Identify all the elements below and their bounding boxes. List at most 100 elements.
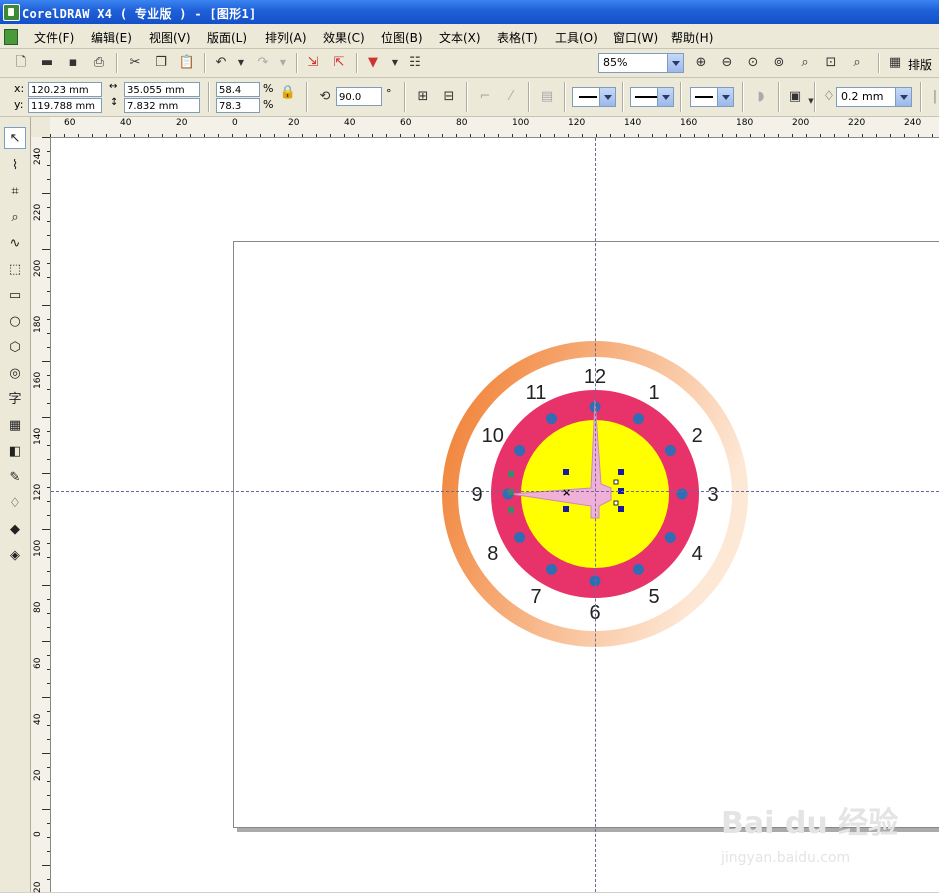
menu-tools[interactable]: 工具(O): [555, 29, 598, 46]
vertical-guideline[interactable]: [595, 138, 596, 892]
layout-button[interactable]: 排版: [908, 56, 932, 73]
selection-handle[interactable]: [508, 507, 514, 513]
selection-handle[interactable]: [508, 471, 514, 477]
clock-drawing[interactable]: 121234567891011 ×: [51, 138, 939, 892]
menu-layout[interactable]: 版面(L): [207, 29, 247, 46]
undo-icon[interactable]: ↶: [212, 54, 230, 72]
ruler-tick: [582, 134, 583, 137]
menu-effects[interactable]: 效果(C): [323, 29, 365, 46]
chevron-down-icon[interactable]: ▼: [802, 92, 820, 110]
fill-tool-icon[interactable]: ◆: [4, 519, 26, 541]
horizontal-ruler[interactable]: 60 40 20 0 20 40 60 80 100 120 140 160 180 200 220 240: [50, 117, 939, 138]
node-handle[interactable]: [613, 500, 619, 506]
coreldraw-app-icon[interactable]: [3, 4, 20, 21]
center-of-rotation-icon[interactable]: ×: [562, 486, 571, 499]
chevron-down-icon[interactable]: [599, 88, 615, 106]
menu-bitmaps[interactable]: 位图(B): [381, 29, 423, 46]
zoom-level-select[interactable]: 85%: [598, 53, 684, 73]
selection-handle[interactable]: [618, 506, 624, 512]
layout-icon[interactable]: ▦: [886, 54, 904, 72]
launcher-dropdown-icon[interactable]: ▼: [386, 54, 404, 72]
chevron-down-icon[interactable]: [667, 54, 683, 72]
ellipse-tool-icon[interactable]: ○: [4, 311, 26, 333]
shape-tool-icon[interactable]: ⌇: [4, 155, 26, 177]
export-icon[interactable]: ⇱: [330, 54, 348, 72]
zoom-page-width-icon[interactable]: ⊡: [822, 54, 840, 72]
import-icon[interactable]: ⇲: [304, 54, 322, 72]
selection-handle[interactable]: [618, 469, 624, 475]
horizontal-guideline[interactable]: [51, 491, 939, 492]
mirror-vertical-icon[interactable]: ⊟: [440, 88, 458, 106]
menu-file[interactable]: 文件(F): [34, 29, 74, 46]
cut-icon[interactable]: ✂: [126, 54, 144, 72]
text-wrap-offset-icon[interactable]: |: [926, 88, 939, 106]
smart-fill-tool-icon[interactable]: ⬚: [4, 259, 26, 281]
rectangle-tool-icon[interactable]: ▭: [4, 285, 26, 307]
menu-edit[interactable]: 编辑(E): [91, 29, 132, 46]
zoom-all-objects-icon[interactable]: ⊚: [770, 54, 788, 72]
drawing-canvas[interactable]: 12 1 2 3 4 5 6 7 8 9 10 11 × Bai du 经验 jingyan.baid…: [51, 138, 939, 892]
menu-text[interactable]: 文本(X): [439, 29, 481, 46]
application-launcher-icon[interactable]: ▼: [364, 54, 382, 72]
save-icon[interactable]: ▪: [64, 54, 82, 72]
eyedropper-tool-icon[interactable]: ✎: [4, 467, 26, 489]
outline-width-select[interactable]: 0.2 mm: [836, 87, 912, 107]
selection-handle[interactable]: [563, 469, 569, 475]
crop-tool-icon[interactable]: ⌗: [4, 181, 26, 203]
start-arrowhead-select[interactable]: [572, 87, 616, 107]
menu-window[interactable]: 窗口(W): [613, 29, 658, 46]
paste-icon[interactable]: 📋: [178, 54, 196, 72]
undo-dropdown-icon[interactable]: ▼: [232, 54, 250, 72]
zoom-in-icon[interactable]: ⊕: [692, 54, 710, 72]
pick-tool-icon[interactable]: ↖: [4, 127, 26, 149]
close-curve-icon[interactable]: ◗: [752, 88, 770, 106]
lock-ratio-icon[interactable]: 🔒: [279, 84, 297, 102]
end-arrowhead-select[interactable]: [690, 87, 734, 107]
scale-y-field[interactable]: 78.3: [216, 98, 260, 113]
zoom-page-height-icon[interactable]: ⌕: [848, 54, 866, 72]
mirror-horizontal-icon[interactable]: ⊞: [414, 88, 432, 106]
selection-handle[interactable]: [508, 489, 514, 495]
connect-icon[interactable]: ⌐: [476, 88, 494, 106]
chevron-down-icon[interactable]: [717, 88, 733, 106]
print-icon[interactable]: ⎙: [90, 54, 108, 72]
menu-help[interactable]: 帮助(H): [671, 29, 713, 46]
line-style-select[interactable]: [630, 87, 674, 107]
interactive-fill-tool-icon[interactable]: ◈: [4, 545, 26, 567]
rotation-angle-field[interactable]: 90.0: [336, 87, 382, 106]
open-folder-icon[interactable]: ▬: [38, 54, 56, 72]
line-icon[interactable]: ⁄: [502, 88, 520, 106]
vertical-ruler[interactable]: 240 220 200 180 160 140 120 100 80 60 40 20 0 20: [31, 137, 51, 893]
selection-handle[interactable]: [563, 506, 569, 512]
chevron-down-icon[interactable]: [895, 88, 911, 106]
wrap-text-icon[interactable]: ▤: [538, 88, 556, 106]
chevron-down-icon[interactable]: [657, 88, 673, 106]
document-icon[interactable]: [4, 29, 18, 45]
menu-arrange[interactable]: 排列(A): [265, 29, 307, 46]
menu-view[interactable]: 视图(V): [149, 29, 191, 46]
text-tool-icon[interactable]: 字: [4, 389, 26, 411]
freehand-tool-icon[interactable]: ∿: [4, 233, 26, 255]
ruler-origin[interactable]: [31, 117, 51, 138]
redo-dropdown-icon[interactable]: ▼: [274, 54, 292, 72]
table-tool-icon[interactable]: ▦: [4, 415, 26, 437]
welcome-screen-icon[interactable]: ☷: [406, 54, 424, 72]
new-document-icon[interactable]: 🗋: [12, 54, 30, 72]
zoom-out-icon[interactable]: ⊖: [718, 54, 736, 72]
zoom-tool-icon[interactable]: ⌕: [4, 207, 26, 229]
menu-table[interactable]: 表格(T): [497, 29, 538, 46]
zoom-to-page-icon[interactable]: ⌕: [796, 54, 814, 72]
scale-x-field[interactable]: 58.4: [216, 82, 260, 97]
copy-icon[interactable]: ❐: [152, 54, 170, 72]
y-position-field[interactable]: 119.788 mm: [28, 98, 102, 113]
x-position-field[interactable]: 120.23 mm: [28, 82, 102, 97]
outline-tool-icon[interactable]: ♢: [4, 493, 26, 515]
zoom-selected-icon[interactable]: ⊙: [744, 54, 762, 72]
interactive-blend-tool-icon[interactable]: ◧: [4, 441, 26, 463]
height-field[interactable]: 7.832 mm: [124, 98, 200, 113]
polygon-tool-icon[interactable]: ⬡: [4, 337, 26, 359]
node-handle[interactable]: [613, 479, 619, 485]
basic-shapes-tool-icon[interactable]: ◎: [4, 363, 26, 385]
redo-icon[interactable]: ↷: [254, 54, 272, 72]
width-field[interactable]: 35.055 mm: [124, 82, 200, 97]
